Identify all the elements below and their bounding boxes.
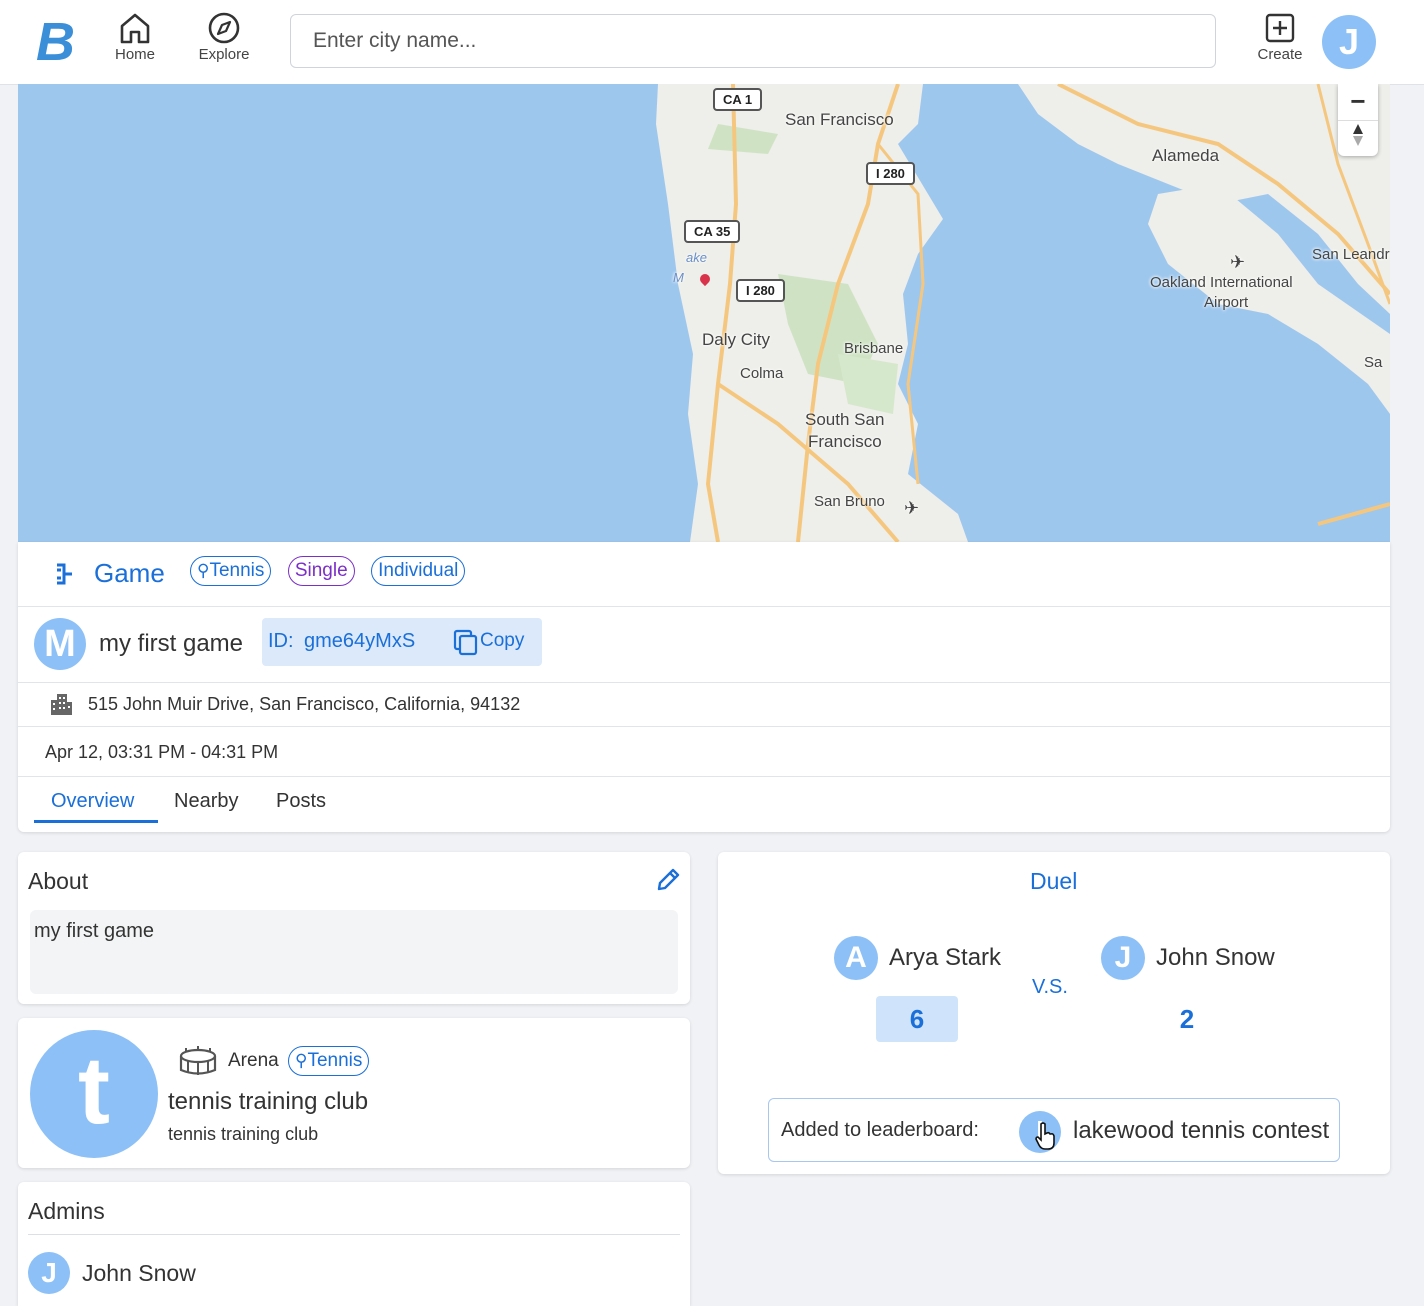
duel-card: Duel A Arya Stark 6 V.S. J John Snow 2 A… <box>718 852 1390 1174</box>
about-card: About my first game <box>18 852 690 1004</box>
highway-shield-i280: I 280 <box>736 279 785 302</box>
map-label-airport: Airport <box>1204 294 1249 311</box>
nav-explore-button[interactable]: Explore <box>189 12 259 63</box>
map-label-alameda: Alameda <box>1152 146 1220 165</box>
nav-home-button[interactable]: Home <box>100 12 170 63</box>
tag-individual: Individual <box>371 556 466 586</box>
about-text: my first game <box>34 920 155 942</box>
admin-name: John Snow <box>82 1260 196 1286</box>
map-label-south-sf: South San <box>805 410 885 429</box>
game-address: 515 John Muir Drive, San Francisco, Cali… <box>88 694 521 714</box>
building-icon <box>51 694 72 715</box>
racket-icon: ⚲ <box>295 1051 308 1070</box>
time-row: Apr 12, 03:31 PM - 04:31 PM <box>18 726 1390 777</box>
leaderboard-label: Added to leaderboard: <box>781 1119 979 1141</box>
admin-avatar: J <box>28 1252 70 1294</box>
game-tabs: Overview Nearby Posts <box>18 776 1390 832</box>
game-id-label: ID: <box>268 630 294 652</box>
copy-icon <box>453 629 478 656</box>
create-label: Create <box>1257 46 1303 63</box>
bracket-icon <box>57 563 72 585</box>
game-info-card: Game ⚲Tennis Single Individual M my firs… <box>18 542 1390 832</box>
player-one-score: 6 <box>876 996 958 1042</box>
club-card[interactable]: t Arena ⚲Tennis tennis training club ten… <box>18 1018 690 1168</box>
player-two-score: 2 <box>1179 1004 1195 1034</box>
city-search-input[interactable] <box>290 14 1216 68</box>
club-avatar: t <box>30 1030 158 1158</box>
address-row: 515 John Muir Drive, San Francisco, Cali… <box>18 682 1390 727</box>
tag-tennis: ⚲Tennis <box>190 556 272 586</box>
map-label-brisbane: Brisbane <box>844 340 904 357</box>
game-header-row: Game ⚲Tennis Single Individual <box>18 542 1390 607</box>
versus-label: V.S. <box>1032 976 1068 998</box>
zoom-out-button[interactable]: − <box>1338 84 1378 120</box>
game-avatar: M <box>34 618 86 670</box>
map-label-south-sf: Francisco <box>808 432 882 451</box>
tab-overview[interactable]: Overview <box>51 790 134 813</box>
copy-label: Copy <box>480 630 525 651</box>
game-name: my first game <box>99 630 244 657</box>
player-one-name: Arya Stark <box>889 944 1002 971</box>
highway-shield-i280: I 280 <box>866 162 915 185</box>
app-logo[interactable]: B <box>36 12 84 72</box>
admins-title: Admins <box>28 1198 105 1224</box>
map-label-colma: Colma <box>740 365 784 382</box>
tab-posts[interactable]: Posts <box>276 790 326 813</box>
airport-icon: ✈ <box>1230 252 1246 272</box>
player-one-avatar: A <box>834 936 878 980</box>
admins-divider <box>28 1234 680 1235</box>
map-label-oakland-airport: Oakland International <box>1150 274 1293 291</box>
club-sport-label: Tennis <box>307 1050 363 1071</box>
about-text-box: my first game <box>30 910 678 994</box>
tag-tennis-label: Tennis <box>209 560 265 581</box>
map-zoom-controls: − <box>1338 84 1378 156</box>
player-two-name: John Snow <box>1156 944 1275 971</box>
plus-square-icon <box>1265 13 1295 43</box>
tag-single: Single <box>287 556 355 586</box>
top-bar: B Home Explore Create J <box>0 0 1424 85</box>
leaderboard-name: lakewood tennis contest <box>1073 1117 1330 1144</box>
game-type-label: Game <box>94 558 165 588</box>
create-button[interactable]: Create <box>1245 12 1315 63</box>
about-title: About <box>28 868 89 894</box>
tab-nearby[interactable]: Nearby <box>174 790 238 813</box>
map-label-san-leandro: San Leandr <box>1312 246 1390 263</box>
edit-pencil-icon[interactable] <box>654 866 682 894</box>
map-label-daly-city: Daly City <box>702 330 771 349</box>
club-type: Arena <box>228 1050 279 1071</box>
user-avatar[interactable]: J <box>1322 15 1376 69</box>
compass-icon <box>208 12 240 44</box>
game-title-row: M my first game ID: gme64yMxS Copy <box>18 606 1390 683</box>
duel-title: Duel <box>1030 868 1078 894</box>
player-two-avatar: J <box>1101 936 1145 980</box>
hand-pointer-icon <box>1035 1122 1055 1150</box>
map-label-lake: ake <box>686 250 707 265</box>
compass-reset-button[interactable] <box>1338 120 1378 157</box>
game-id-value: gme64yMxS <box>304 630 416 652</box>
logo-letter: B <box>36 16 75 66</box>
map-view[interactable]: CA 1 I 280 CA 35 I 280 San Francisco Ala… <box>18 84 1390 542</box>
airport-icon: ✈ <box>904 498 920 518</box>
game-tags: ⚲Tennis Single Individual <box>178 556 466 586</box>
highway-shield-ca35: CA 35 <box>684 220 741 243</box>
arena-icon <box>179 1046 217 1075</box>
map-label-sa: Sa <box>1364 354 1383 371</box>
highway-shield-ca1: CA 1 <box>713 88 763 111</box>
leaderboard-link[interactable]: Added to leaderboard: l lakewood tennis … <box>768 1098 1340 1162</box>
nav-explore-label: Explore <box>198 46 250 63</box>
home-icon <box>120 13 150 44</box>
map-label-lake: M <box>673 270 684 285</box>
nav-home-label: Home <box>114 46 155 63</box>
club-name: tennis training club <box>168 1088 369 1115</box>
club-subtitle: tennis training club <box>168 1124 319 1144</box>
game-time: Apr 12, 03:31 PM - 04:31 PM <box>45 742 279 762</box>
racket-icon: ⚲ <box>197 561 210 580</box>
map-label-san-bruno: San Bruno <box>814 493 885 510</box>
admins-card: Admins J John Snow <box>18 1182 690 1306</box>
map-label-san-francisco: San Francisco <box>785 110 894 129</box>
active-tab-indicator <box>34 820 158 823</box>
game-id-box: ID: gme64yMxS Copy <box>262 618 542 666</box>
club-sport-tag: ⚲Tennis <box>288 1046 370 1076</box>
north-arrow-icon <box>1353 124 1363 146</box>
